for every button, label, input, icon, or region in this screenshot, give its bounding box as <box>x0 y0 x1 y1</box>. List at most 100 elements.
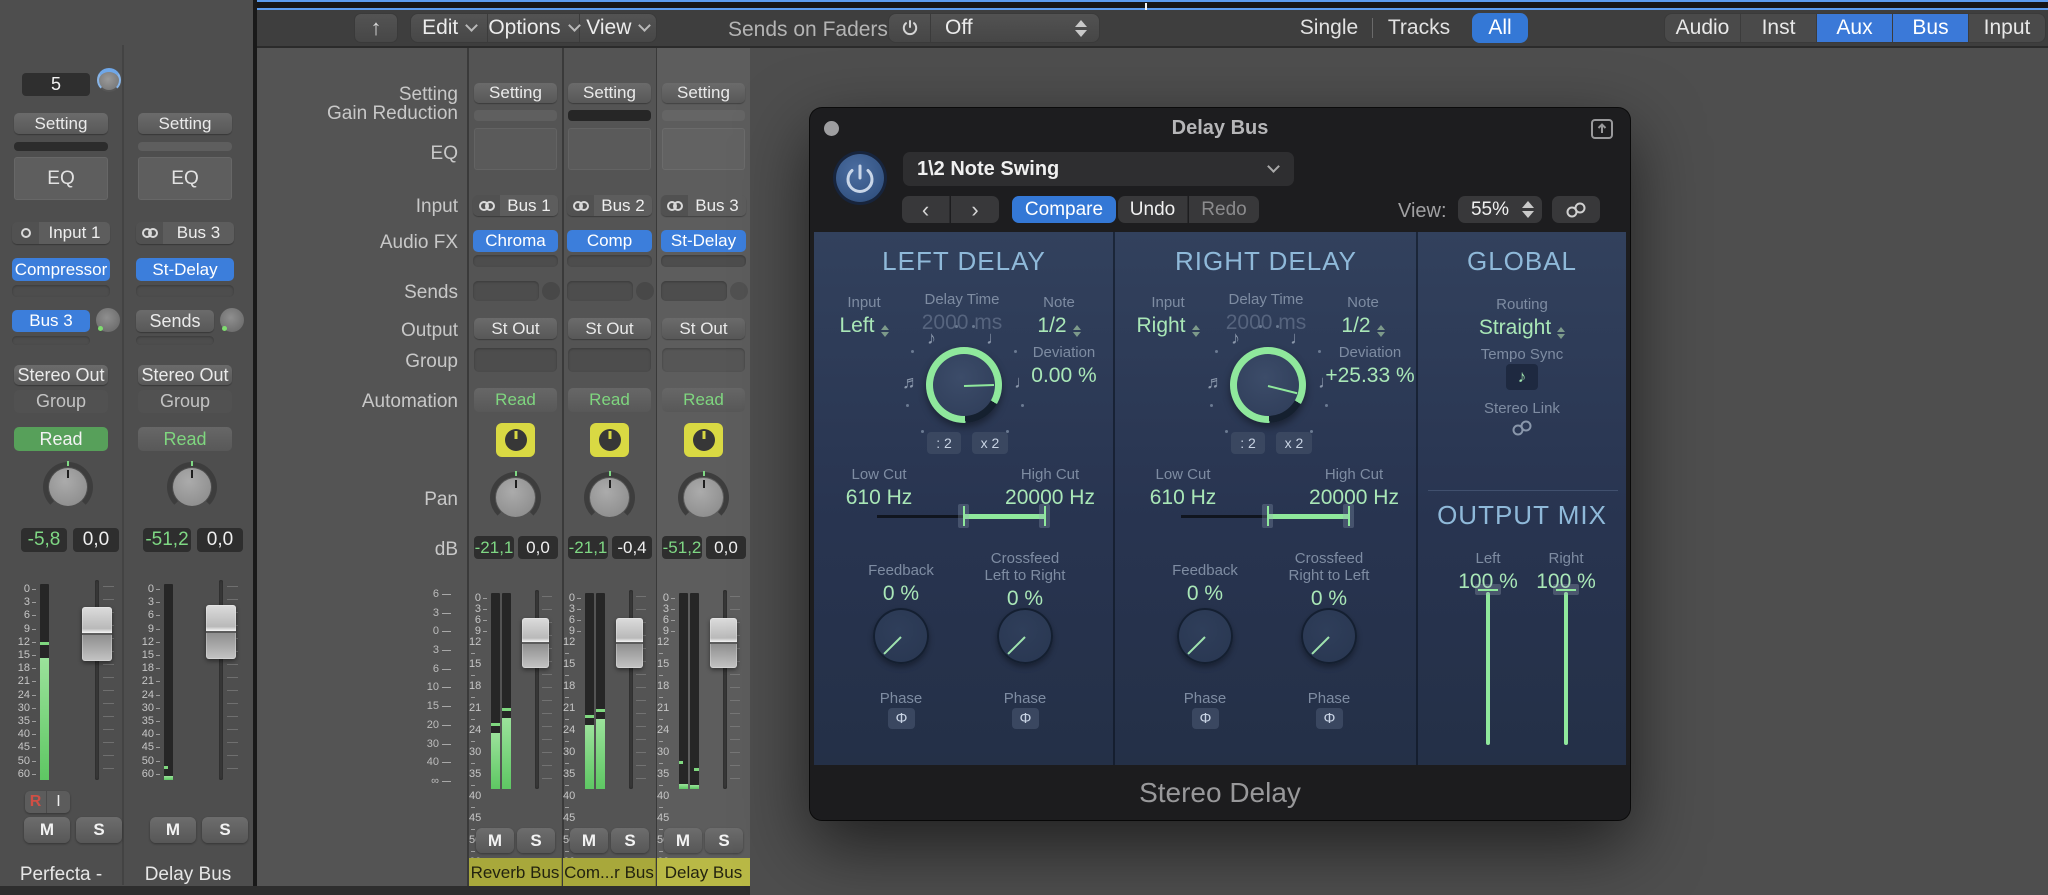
pan-knob[interactable] <box>584 472 635 523</box>
eq-display[interactable]: EQ <box>14 157 108 200</box>
group-slot[interactable] <box>662 348 745 372</box>
left-delay-knob[interactable] <box>926 347 1002 423</box>
automation-mode-button[interactable]: Read <box>662 388 745 412</box>
peak-db-display[interactable]: 0,0 <box>197 528 243 552</box>
right-feedback-phase-button[interactable]: Φ <box>1192 708 1219 729</box>
mute-button[interactable]: M <box>570 828 608 853</box>
empty-send-slot[interactable] <box>12 336 90 345</box>
track-name[interactable]: Delay Bus <box>657 858 750 888</box>
send-slot[interactable]: Bus 3 <box>12 310 90 332</box>
left-deviation[interactable]: Deviation 0.00 % <box>1016 344 1112 388</box>
mute-button[interactable]: M <box>24 817 70 843</box>
output-right-slider-handle[interactable] <box>1553 584 1579 595</box>
right-feedback[interactable]: Feedback 0 % <box>1163 562 1247 606</box>
setting-button[interactable]: Setting <box>662 83 745 103</box>
left-input-selector[interactable]: Input Left <box>822 294 906 338</box>
volume-db-display[interactable]: -5,8 <box>21 528 67 552</box>
right-deviation[interactable]: Deviation +25.33 % <box>1320 344 1420 388</box>
track-name[interactable]: Reverb Bus <box>469 858 562 888</box>
sends-on-faders-control[interactable]: Off <box>888 13 1100 43</box>
eq-display[interactable] <box>474 128 557 170</box>
volume-fader[interactable] <box>616 618 643 668</box>
menu-options[interactable]: Options <box>488 14 579 42</box>
solo-button[interactable]: S <box>202 817 248 843</box>
track-name[interactable]: Com...r Bus <box>563 858 656 888</box>
volume-db-display[interactable]: -51,2 <box>662 536 702 559</box>
empty-fx-slot[interactable] <box>567 255 652 267</box>
eq-display[interactable]: EQ <box>138 157 232 200</box>
link-button[interactable] <box>1552 196 1600 223</box>
group-slot[interactable]: Group <box>138 390 232 413</box>
input-slot[interactable]: Input 1 <box>12 222 110 244</box>
left-crossfeed[interactable]: Crossfeed Left to Right 0 % <box>978 550 1072 611</box>
setting-button[interactable]: Setting <box>138 113 232 134</box>
compare-button[interactable]: Compare <box>1012 196 1116 223</box>
right-input-selector[interactable]: Input Right <box>1126 294 1210 338</box>
filter-audio[interactable]: Audio <box>1665 14 1741 42</box>
right-multiply-2-button[interactable]: x 2 <box>1276 432 1312 454</box>
send-level-knob[interactable] <box>730 282 748 300</box>
sends-on-fader-indicator[interactable] <box>684 423 723 457</box>
solo-button[interactable]: S <box>705 828 743 853</box>
eq-display[interactable] <box>568 128 651 170</box>
view-mode-tracks[interactable]: Tracks <box>1384 13 1454 43</box>
stereo-link-button[interactable] <box>1510 418 1534 438</box>
left-divide-2-button[interactable]: : 2 <box>927 432 961 454</box>
open-in-main-window-icon[interactable] <box>1590 118 1614 140</box>
peak-db-display[interactable]: 0,0 <box>706 536 746 559</box>
sends-on-fader-indicator[interactable] <box>590 423 629 457</box>
view-mode-all[interactable]: All <box>1472 13 1528 43</box>
send-level-knob[interactable] <box>636 282 654 300</box>
setting-button[interactable]: Setting <box>474 83 557 103</box>
solo-button[interactable]: S <box>76 817 122 843</box>
next-preset-button[interactable]: › <box>951 196 999 223</box>
audio-fx-slot[interactable]: St-Delay <box>136 258 234 281</box>
view-zoom-control[interactable]: 55% <box>1458 196 1542 223</box>
send-level-knob[interactable] <box>542 282 560 300</box>
setting-button[interactable]: Setting <box>568 83 651 103</box>
automation-mode-button[interactable]: Read <box>138 427 232 451</box>
right-feedback-knob[interactable] <box>1177 608 1233 664</box>
send-level-knob[interactable] <box>96 308 120 332</box>
audio-fx-slot[interactable]: Comp <box>567 230 652 252</box>
volume-fader[interactable] <box>710 618 737 668</box>
mute-button[interactable]: M <box>150 817 196 843</box>
left-note-selector[interactable]: Note 1/2 <box>1017 294 1101 338</box>
peak-db-display[interactable]: 0,0 <box>518 536 558 559</box>
peak-db-display[interactable]: 0,0 <box>73 528 119 552</box>
left-crossfeed-knob[interactable] <box>997 608 1053 664</box>
automation-mode-button[interactable]: Read <box>474 388 557 412</box>
undo-button[interactable]: Undo <box>1118 196 1188 223</box>
automation-mode-button[interactable]: Read <box>14 427 108 451</box>
tempo-sync-button[interactable]: ♪ <box>1506 364 1538 390</box>
filter-input[interactable]: Input <box>1969 14 2045 42</box>
mute-button[interactable]: M <box>664 828 702 853</box>
pan-knob[interactable] <box>43 462 93 512</box>
preset-dropdown[interactable]: 1\2 Note Swing <box>903 152 1294 186</box>
view-mode-single[interactable]: Single <box>1296 13 1362 43</box>
input-slot[interactable]: Bus 3 <box>661 195 746 216</box>
audio-fx-slot[interactable]: St-Delay <box>661 230 746 252</box>
left-feedback-phase-button[interactable]: Φ <box>888 708 915 729</box>
left-feedback-knob[interactable] <box>873 608 929 664</box>
volume-db-display[interactable]: -21,1 <box>474 536 514 559</box>
menu-view[interactable]: View <box>580 14 656 42</box>
empty-fx-slot[interactable] <box>136 285 234 297</box>
left-multiply-2-button[interactable]: x 2 <box>972 432 1008 454</box>
empty-fx-slot[interactable] <box>12 285 110 297</box>
volume-fader[interactable] <box>206 605 236 659</box>
setting-button[interactable]: Setting <box>14 113 108 134</box>
up-arrow-button[interactable]: ↑ <box>354 13 398 43</box>
empty-send-slot[interactable] <box>473 281 539 301</box>
audio-fx-slot[interactable]: Compressor <box>12 258 110 281</box>
empty-fx-slot[interactable] <box>661 255 746 267</box>
filter-inst[interactable]: Inst <box>1741 14 1817 42</box>
pan-knob[interactable] <box>167 462 217 512</box>
output-slot[interactable]: Stereo Out <box>138 365 232 385</box>
pan-knob[interactable] <box>490 472 541 523</box>
right-crossfeed-phase-button[interactable]: Φ <box>1316 708 1343 729</box>
empty-send-slot[interactable] <box>567 281 633 301</box>
volume-db-display[interactable]: -51,2 <box>143 528 191 552</box>
volume-fader[interactable] <box>82 607 112 661</box>
track-name[interactable]: Delay Bus <box>124 864 252 886</box>
